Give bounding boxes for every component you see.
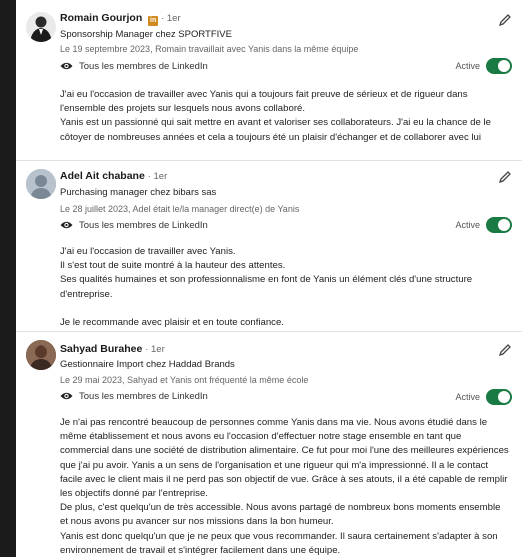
eye-icon	[60, 61, 73, 74]
author-name[interactable]: Sahyad Burahee	[60, 343, 142, 355]
recommendations-panel: Romain Gourjon in · 1er Sponsorship Mana…	[16, 0, 522, 557]
connection-degree: · 1er	[161, 13, 181, 24]
visibility-toggle[interactable]	[486, 58, 512, 74]
author-line: Romain Gourjon in · 1er	[60, 12, 181, 26]
recommendation-date: Le 19 septembre 2023, Romain travaillait…	[60, 44, 359, 54]
active-status: Active	[455, 58, 512, 74]
visibility-toggle[interactable]	[486, 389, 512, 405]
recommendation-paragraph: Il s'est tout de suite montré à la haute…	[60, 260, 286, 272]
recommendation-paragraph: Je le recommande avec plaisir et en tout…	[60, 316, 284, 328]
recommendation-paragraph: Ses qualités humaines et son professionn…	[60, 274, 473, 300]
recommendation-date: Le 29 mai 2023, Sahyad et Yanis ont fréq…	[60, 375, 309, 385]
pencil-icon[interactable]	[498, 343, 512, 357]
author-title: Gestionnaire Import chez Haddad Brands	[60, 359, 235, 370]
visibility-row: Tous les membres de LinkedIn	[60, 391, 208, 404]
author-line: Sahyad Burahee · 1er	[60, 343, 165, 355]
recommendation-text: Je n'ai pas rencontré beaucoup de person…	[60, 416, 510, 557]
recommendation-card: Romain Gourjon in · 1er Sponsorship Mana…	[16, 0, 522, 160]
recommendation-paragraph: De plus, c'est quelqu'un de très accessi…	[60, 502, 501, 528]
active-label: Active	[455, 61, 480, 71]
avatar-photo	[26, 340, 56, 370]
eye-icon	[60, 391, 73, 404]
avatar[interactable]	[26, 169, 56, 199]
author-name[interactable]: Romain Gourjon	[60, 12, 142, 24]
recommendation-card: Sahyad Burahee · 1er Gestionnaire Import…	[16, 332, 522, 557]
recommendation-paragraph: J'ai eu l'occasion de travailler avec Ya…	[60, 89, 468, 115]
eye-icon	[60, 220, 73, 233]
recommendation-paragraph: Je n'ai pas rencontré beaucoup de person…	[60, 417, 509, 500]
visibility-row: Tous les membres de LinkedIn	[60, 61, 208, 74]
active-label: Active	[455, 392, 480, 402]
pencil-icon[interactable]	[498, 170, 512, 184]
recommendation-text: J'ai eu l'occasion de travailler avec Ya…	[60, 88, 510, 145]
pencil-icon[interactable]	[498, 13, 512, 27]
linkedin-premium-badge: in	[148, 16, 159, 26]
avatar[interactable]	[26, 340, 56, 370]
avatar-photo	[26, 12, 56, 42]
author-title: Sponsorship Manager chez SPORTFIVE	[60, 29, 232, 40]
active-label: Active	[455, 220, 480, 230]
author-line: Adel Ait chabane · 1er	[60, 170, 167, 182]
active-status: Active	[455, 217, 512, 233]
default-avatar-icon	[26, 169, 56, 199]
avatar[interactable]	[26, 12, 56, 42]
visibility-label: Tous les membres de LinkedIn	[79, 391, 208, 402]
active-status: Active	[455, 389, 512, 405]
recommendation-paragraph: J'ai eu l'occasion de travailler avec Ya…	[60, 246, 236, 257]
recommendation-paragraph: Yanis est donc quelqu'un que je ne peux …	[60, 530, 498, 556]
recommendation-paragraph: Yanis est un passionné qui sait mettre e…	[60, 117, 491, 143]
visibility-row: Tous les membres de LinkedIn	[60, 220, 208, 233]
recommendation-card: Adel Ait chabane · 1er Purchasing manage…	[16, 161, 522, 331]
connection-degree: · 1er	[145, 344, 165, 355]
visibility-toggle[interactable]	[486, 217, 512, 233]
visibility-label: Tous les membres de LinkedIn	[79, 61, 208, 72]
recommendation-date: Le 28 juillet 2023, Adel était le/la man…	[60, 204, 300, 214]
visibility-label: Tous les membres de LinkedIn	[79, 220, 208, 231]
recommendation-text: J'ai eu l'occasion de travailler avec Ya…	[60, 245, 510, 330]
author-name[interactable]: Adel Ait chabane	[60, 170, 145, 182]
author-title: Purchasing manager chez bibars sas	[60, 187, 217, 198]
connection-degree: · 1er	[147, 171, 168, 182]
